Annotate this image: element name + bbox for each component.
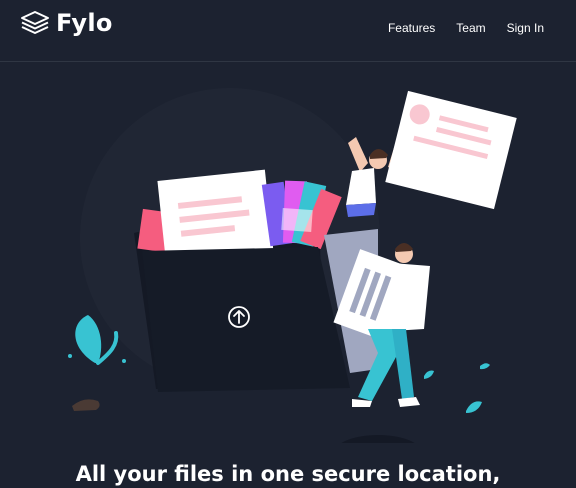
nav-link-features[interactable]: Features bbox=[388, 20, 435, 36]
nav-link-sign-in[interactable]: Sign In bbox=[507, 20, 544, 36]
hero-headline: All your files in one secure location, bbox=[75, 462, 501, 486]
nav-link-team[interactable]: Team bbox=[456, 20, 485, 36]
site-header: Fylo Features Team Sign In bbox=[0, 0, 576, 62]
hero-illustration bbox=[68, 88, 517, 443]
main-nav: Features Team Sign In bbox=[388, 20, 544, 36]
brand-name: Fylo bbox=[56, 9, 113, 37]
hero-section: All your files in one secure location, bbox=[0, 63, 576, 486]
logo[interactable]: Fylo bbox=[20, 8, 113, 38]
stacked-layers-icon bbox=[21, 11, 49, 34]
